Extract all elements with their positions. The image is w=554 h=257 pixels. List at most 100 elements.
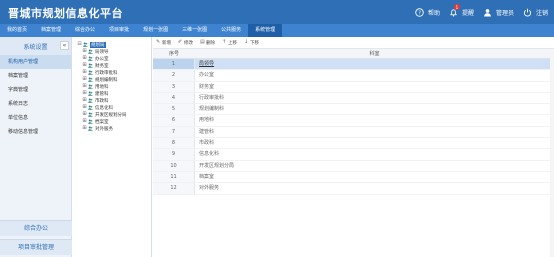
expand-toggle-icon[interactable]: ⊞ (82, 63, 87, 68)
sidebar-section-office[interactable]: 综合办公 (0, 220, 72, 236)
tree-node[interactable]: ⊞ 规划编制科 (73, 76, 151, 83)
user-button[interactable]: 管理员 (483, 7, 514, 17)
expand-toggle-icon[interactable]: ⊞ (82, 49, 87, 54)
sidebar: 系统设置 « 机构用户管理 档案管理 字典管理 系统日志 单位信息 移动信息管理… (0, 37, 72, 257)
tree-node[interactable]: ⊞ 档案室 (73, 118, 151, 125)
expand-toggle-icon[interactable]: ⊞ (82, 91, 87, 96)
expand-toggle-icon[interactable]: ⊞ (82, 105, 87, 110)
table-row[interactable]: 5 规划编制科 (153, 104, 554, 116)
tree-node[interactable]: ⊞ 办公室 (73, 55, 151, 62)
tree-node-label: 开发区规划分局 (95, 112, 127, 118)
notice-badge: 1 (453, 4, 460, 10)
add-button[interactable]: ✎ 新增 (156, 40, 171, 46)
nav-archive[interactable]: 档案管理 (34, 24, 68, 37)
main-nav: 我的首页 档案管理 综合办公 项目审批 规划一张图 三维一张图 公共服务 系统管… (0, 24, 554, 37)
table-row[interactable]: 10 开发区规划分局 (153, 160, 554, 172)
delete-button[interactable]: ▤ 删除 (200, 40, 215, 46)
tree-node[interactable]: ⊞ 市政科 (73, 97, 151, 104)
tree-node[interactable]: ⊞ 行政审批科 (73, 69, 151, 76)
table-row[interactable]: 2 办公室 (153, 70, 554, 82)
nav-planning-map[interactable]: 规划一张图 (136, 24, 175, 37)
tree-node[interactable]: ⊞ 对外服务 (73, 125, 151, 132)
tree-node[interactable]: ⊞ 用地科 (73, 83, 151, 90)
table-row[interactable]: 11 档案室 (153, 171, 554, 184)
tree-node[interactable]: ⊞ 开发区规划分局 (73, 111, 151, 118)
move-up-button[interactable]: ↑ 上移 (222, 40, 237, 46)
expand-toggle-icon[interactable]: ⊞ (82, 84, 87, 89)
group-icon (88, 105, 93, 110)
arrow-up-icon: ↑ (222, 39, 227, 45)
tree-node-label: 市政科 (95, 98, 109, 104)
tree-node[interactable]: ⊞ 局领导 (73, 48, 151, 55)
org-tree: ⊟ 规划局 ⊞ 局领导 ⊞ 办公室 ⊞ 财务室 ⊞ 行政审批科 ⊞ 规划编制科 ⊞ 用地科 ⊞ 建管科 ⊞ 市… (73, 37, 152, 257)
sidebar-title: 系统设置 (23, 43, 48, 51)
sidebar-item-dictionary[interactable]: 字典管理 (0, 83, 71, 97)
expand-toggle-icon[interactable]: ⊞ (82, 119, 87, 124)
department-name: 建管科 (199, 128, 215, 135)
top-actions: ? 帮助 1 提醒 管理员 注销 (415, 0, 548, 24)
table-row[interactable]: 4 行政审批科 (153, 92, 554, 105)
svg-text:?: ? (419, 10, 422, 16)
department-name: 用地科 (199, 117, 215, 124)
table-row[interactable]: 6 用地科 (153, 115, 554, 127)
edit-icon: ✐ (178, 39, 183, 45)
nav-home[interactable]: 我的首页 (0, 24, 34, 37)
group-icon (88, 112, 93, 117)
sidebar-header: 系统设置 « (0, 37, 71, 55)
department-name: 对外服务 (199, 185, 220, 192)
nav-system[interactable]: 系统管理 (248, 24, 283, 37)
sidebar-item-org-users[interactable]: 机构用户管理 (0, 55, 71, 69)
move-down-button[interactable]: ↓ 下移 (244, 40, 259, 46)
expand-toggle-icon[interactable]: ⊞ (82, 56, 87, 61)
nav-public-service[interactable]: 公共服务 (214, 24, 248, 37)
edit-label: 修改 (184, 40, 193, 46)
row-number: 4 (153, 92, 195, 104)
expand-toggle-icon[interactable]: ⊞ (82, 70, 87, 75)
table-row[interactable]: 8 市政科 (153, 138, 554, 150)
collapse-icon[interactable]: « (60, 41, 69, 50)
group-icon (88, 49, 93, 54)
table-row[interactable]: 9 信息化科 (153, 149, 554, 161)
sidebar-item-archives[interactable]: 档案管理 (0, 69, 71, 83)
logout-button[interactable]: 注销 (523, 7, 548, 17)
expand-toggle-icon[interactable]: ⊞ (82, 126, 87, 131)
row-number: 5 (153, 104, 195, 115)
table-row[interactable]: 12 对外服务 (153, 183, 554, 195)
delete-label: 删除 (206, 40, 215, 46)
expand-toggle-icon[interactable]: ⊞ (82, 77, 87, 82)
table-row[interactable]: 7 建管科 (153, 126, 554, 139)
column-header-name[interactable]: 科室 (195, 49, 554, 58)
nav-3d-map[interactable]: 三维一张图 (175, 24, 214, 37)
group-icon (88, 119, 93, 124)
main-panel: ✎ 新增 ✐ 修改 ▤ 删除 ↑ 上移 ↓ 下移 序号 科室 1 局领导 2 办公室 3 财务室 4 行… (153, 37, 554, 257)
help-button[interactable]: ? 帮助 (415, 7, 440, 17)
column-header-no[interactable]: 序号 (153, 49, 195, 58)
tree-node[interactable]: ⊞ 财务室 (73, 62, 151, 69)
notice-button[interactable]: 1 提醒 (449, 4, 474, 17)
vertical-scrollbar[interactable] (550, 49, 554, 257)
tree-node[interactable]: ⊞ 建管科 (73, 90, 151, 97)
sidebar-item-unit-info[interactable]: 单位信息 (0, 111, 71, 125)
group-icon (88, 84, 93, 89)
nav-office[interactable]: 综合办公 (68, 24, 102, 37)
sidebar-item-logs[interactable]: 系统日志 (0, 97, 71, 111)
department-table: 序号 科室 1 局领导 2 办公室 3 财务室 4 行政审批科 5 规划编制科 6 用地科 7 建管科 8 市… (153, 49, 554, 195)
tree-root[interactable]: ⊟ 规划局 (73, 41, 151, 48)
toolbar: ✎ 新增 ✐ 修改 ▤ 删除 ↑ 上移 ↓ 下移 (153, 37, 554, 49)
sidebar-item-mobile[interactable]: 移动信息管理 (0, 125, 71, 139)
group-icon (88, 56, 93, 61)
tree-node[interactable]: ⊞ 信息化科 (73, 104, 151, 111)
expand-toggle-icon[interactable]: ⊞ (82, 98, 87, 103)
table-row[interactable]: 1 局领导 (153, 59, 554, 71)
tree-node-label: 用地科 (95, 84, 109, 90)
table-row[interactable]: 3 财务室 (153, 81, 554, 93)
department-name: 信息化科 (199, 151, 220, 158)
add-label: 新增 (162, 40, 171, 46)
edit-button[interactable]: ✐ 修改 (178, 40, 193, 46)
sidebar-section-approval[interactable]: 项目审批管理 (0, 239, 72, 255)
nav-approval[interactable]: 项目审批 (102, 24, 136, 37)
department-name: 开发区规划分局 (199, 162, 235, 169)
table-header: 序号 科室 (153, 49, 554, 59)
collapse-toggle-icon[interactable]: ⊟ (77, 42, 82, 47)
expand-toggle-icon[interactable]: ⊞ (82, 112, 87, 117)
